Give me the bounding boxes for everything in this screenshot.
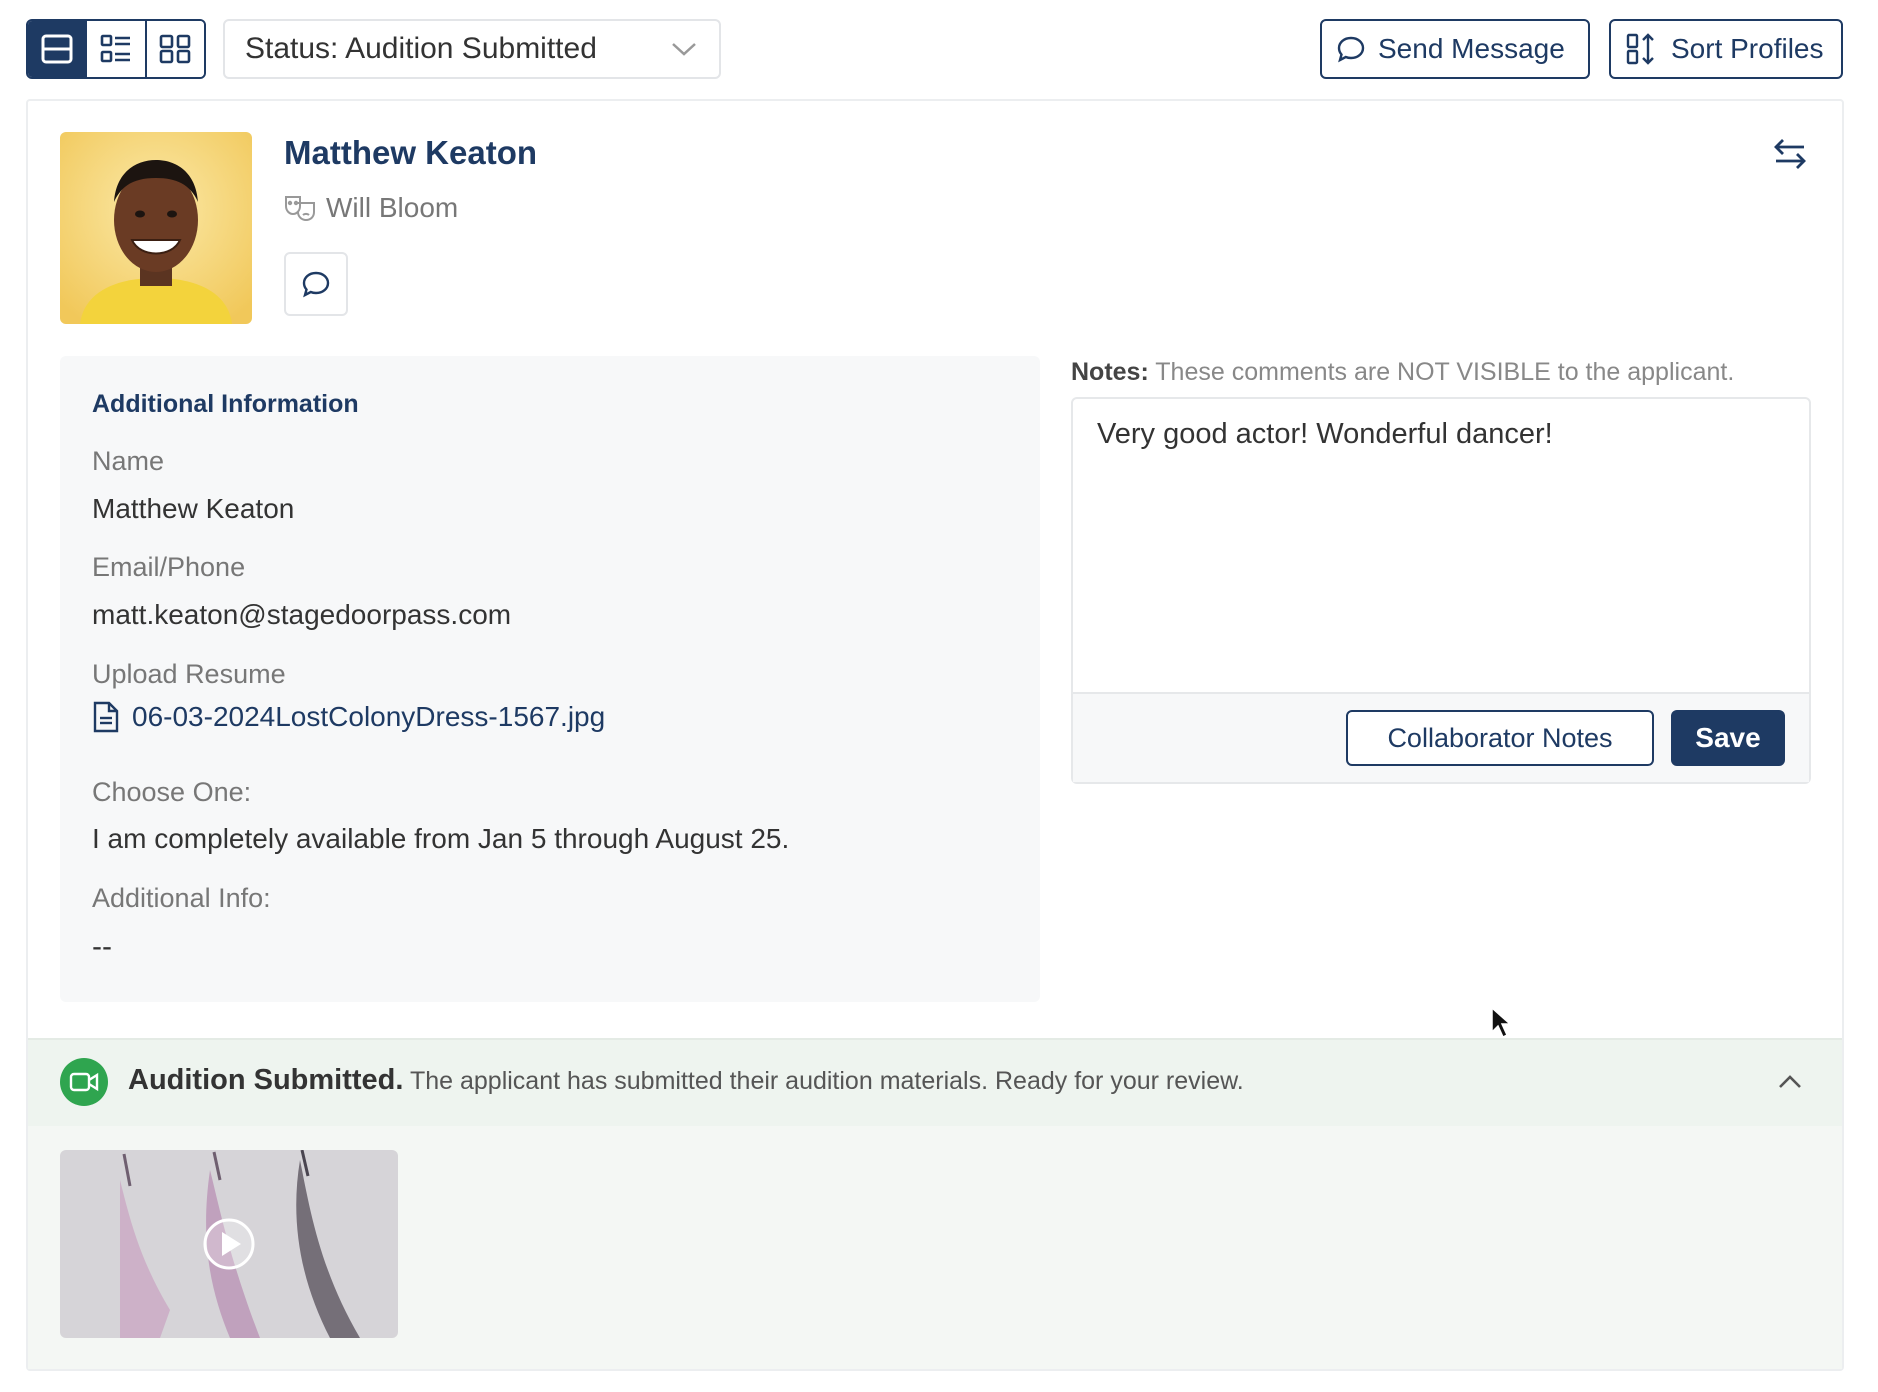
additional-info-title: Additional Information — [92, 390, 359, 418]
swap-arrows-icon — [1774, 139, 1806, 169]
chat-bubble-icon — [1337, 36, 1365, 63]
chat-bubble-icon — [302, 271, 330, 298]
role-label: Will Bloom — [326, 192, 459, 223]
document-icon — [93, 701, 119, 733]
audition-status-icon — [60, 1058, 108, 1106]
audition-video-thumbnail[interactable] — [60, 1150, 398, 1338]
field-label-email: Email/Phone — [92, 552, 246, 582]
message-applicant-button[interactable] — [284, 252, 348, 316]
notes-caption: Notes: These comments are NOT VISIBLE to… — [1071, 358, 1734, 387]
send-message-label: Send Message — [1378, 33, 1565, 64]
chevron-up-icon — [1779, 1075, 1801, 1088]
theater-masks-icon — [285, 196, 315, 222]
single-view-icon — [41, 34, 73, 64]
status-filter-label: Status: Audition Submitted — [245, 32, 597, 65]
list-view-icon — [100, 34, 130, 63]
save-notes-button[interactable]: Save — [1671, 710, 1785, 766]
sort-profiles-button[interactable]: Sort Profiles — [1609, 19, 1843, 79]
field-label-resume: Upload Resume — [92, 659, 286, 689]
field-value-name: Matthew Keaton — [92, 493, 295, 524]
sort-profiles-label: Sort Profiles — [1671, 33, 1824, 64]
sort-icon — [1626, 33, 1654, 65]
grid-view-button[interactable] — [144, 21, 204, 77]
view-mode-toggle — [26, 19, 206, 79]
status-filter-select[interactable]: Status: Audition Submitted — [223, 19, 721, 79]
notes-caption-label: Notes: — [1071, 358, 1149, 386]
collapse-audition-button[interactable] — [1772, 1066, 1808, 1098]
resume-file-link[interactable]: 06-03-2024LostColonyDress-1567.jpg — [92, 700, 605, 734]
applicant-role: Will Bloom — [284, 192, 458, 224]
swap-profile-button[interactable] — [1768, 134, 1812, 174]
mouse-cursor-icon — [1491, 1006, 1512, 1039]
field-value-email: matt.keaton@stagedoorpass.com — [92, 599, 512, 630]
audition-status-description: The applicant has submitted their auditi… — [403, 1067, 1244, 1095]
single-view-button[interactable] — [28, 21, 86, 77]
field-label-additional-info: Additional Info: — [92, 883, 271, 913]
audition-status-title: Audition Submitted. — [128, 1064, 404, 1096]
list-view-button[interactable] — [85, 21, 145, 77]
field-label-name: Name — [92, 446, 165, 476]
resume-file-name: 06-03-2024LostColonyDress-1567.jpg — [132, 701, 606, 732]
send-message-button[interactable]: Send Message — [1320, 19, 1590, 79]
video-camera-icon — [69, 1072, 99, 1092]
applicant-name[interactable]: Matthew Keaton — [284, 134, 537, 172]
field-value-choose-one: I am completely available from Jan 5 thr… — [92, 823, 790, 854]
notes-caption-hint: These comments are NOT VISIBLE to the ap… — [1148, 358, 1735, 386]
notes-textarea[interactable]: Very good actor! Wonderful dancer! — [1097, 418, 1787, 688]
grid-view-icon — [160, 34, 191, 64]
collaborator-notes-button[interactable]: Collaborator Notes — [1346, 710, 1654, 766]
chevron-down-icon — [672, 43, 696, 56]
field-label-choose-one: Choose One: — [92, 777, 252, 807]
applicant-headshot — [60, 132, 252, 324]
field-value-additional-info: -- — [92, 930, 112, 963]
audition-status-text: Audition Submitted. The applicant has su… — [128, 1064, 1244, 1097]
